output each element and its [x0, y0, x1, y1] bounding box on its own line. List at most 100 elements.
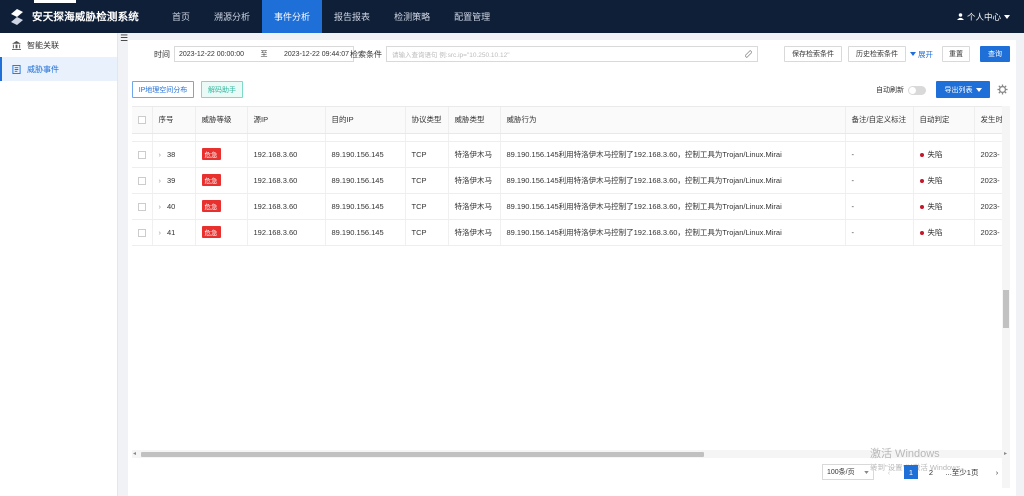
src-ip-cell: 192.168.3.60: [247, 193, 326, 220]
nav-config[interactable]: 配置管理: [442, 0, 502, 33]
row-checkbox[interactable]: [138, 176, 146, 185]
logo-underline: [34, 0, 76, 3]
nav-trace-analysis[interactable]: 溯源分析: [202, 0, 262, 33]
scroll-right-icon[interactable]: ▸: [1004, 450, 1007, 457]
logo[interactable]: 安天探海威胁检测系统: [0, 8, 160, 26]
export-list-button[interactable]: 导出列表: [936, 81, 990, 98]
main-content: 时间 2023-12-22 00:00:00 至 2023-12-22 09:4…: [128, 40, 1016, 496]
dst-ip-cell: 89.190.156.145: [325, 167, 406, 194]
page-more-label: ...至少1页: [945, 467, 979, 477]
export-label: 导出列表: [944, 86, 973, 94]
save-query-button[interactable]: 保存检索条件: [784, 46, 842, 62]
auto-refresh-toggle[interactable]: [908, 85, 926, 95]
vertical-scrollbar[interactable]: [1002, 106, 1010, 488]
watermark-line1: 激活 Windows: [870, 448, 940, 460]
protocol-cell: TCP: [405, 167, 449, 194]
sidebar-item-threat-events[interactable]: 威胁事件: [0, 57, 117, 81]
col-header-threat-type[interactable]: 威胁类型: [448, 107, 501, 134]
col-header-behavior[interactable]: 威胁行为: [500, 107, 846, 134]
events-table-wrap: 序号 威胁等级 源IP 目的IP 协议类型 威胁类型 威胁行为 备注/自定义标注…: [132, 106, 1008, 456]
level-badge: 危急: [201, 200, 221, 212]
col-header-judge[interactable]: 自动判定: [913, 107, 975, 134]
sidebar-item-label: 智能关联: [27, 40, 59, 50]
status-dot: [919, 152, 924, 157]
table-row[interactable]: › 38 危急 192.168.3.60 89.190.156.145 TCP 特…: [132, 141, 1008, 168]
judge-label: 失陷: [927, 201, 943, 211]
row-no: 39: [167, 175, 176, 185]
row-checkbox[interactable]: [138, 228, 146, 237]
protocol-cell: TCP: [405, 219, 449, 246]
decode-helper-button[interactable]: 解码助手: [201, 81, 243, 98]
time-label: 时间: [154, 50, 170, 59]
gear-icon[interactable]: [997, 84, 1008, 95]
start-date[interactable]: 2023-12-22 00:00:00: [179, 51, 244, 58]
col-header-note[interactable]: 备注/自定义标注: [845, 107, 914, 134]
status-dot: [919, 230, 924, 235]
protocol-cell: TCP: [405, 141, 449, 168]
sidebar: 智能关联 威胁事件: [0, 33, 118, 496]
query-input[interactable]: 请输入查询语句 例:src.ip="10.250.10.12": [386, 46, 758, 62]
note-cell: -: [845, 219, 914, 246]
threat-type-cell: 特洛伊木马: [448, 219, 501, 246]
behavior-cell: 89.190.156.145利用特洛伊木马控制了192.168.3.60，控制工…: [500, 167, 846, 194]
auto-refresh: 自动刷新: [876, 85, 926, 95]
prev-page-icon[interactable]: ‹: [882, 465, 896, 479]
scroll-left-icon[interactable]: ◂: [133, 450, 136, 457]
expand-row-icon[interactable]: ›: [159, 176, 162, 185]
expand-row-icon[interactable]: ›: [159, 202, 162, 211]
table-row[interactable]: › 39 危急 192.168.3.60 89.190.156.145 TCP 特…: [132, 167, 1008, 194]
judge-label: 失陷: [927, 149, 943, 159]
user-menu[interactable]: 个人中心: [956, 0, 1010, 33]
sidebar-item-smart-correlation[interactable]: 智能关联: [0, 33, 117, 57]
nav-event-analysis[interactable]: 事件分析: [262, 0, 323, 33]
expand-row-icon[interactable]: ›: [159, 150, 162, 159]
table-row[interactable]: › 40 危急 192.168.3.60 89.190.156.145 TCP 特…: [132, 193, 1008, 220]
protocol-cell: TCP: [405, 193, 449, 220]
expand-row-icon[interactable]: ›: [159, 228, 162, 237]
next-page-icon[interactable]: ›: [990, 465, 1004, 479]
top-bar: 安天探海威胁检测系统 首页 溯源分析 事件分析 报告报表 检测策略 配置管理 个…: [0, 0, 1024, 33]
page-2-button[interactable]: 2: [924, 465, 938, 479]
dst-ip-cell: 89.190.156.145: [325, 193, 406, 220]
reset-button[interactable]: 重置: [942, 46, 970, 62]
nav-reports[interactable]: 报告报表: [322, 0, 382, 33]
row-no: 40: [167, 201, 176, 211]
table-row[interactable]: › 41 危急 192.168.3.60 89.190.156.145 TCP 特…: [132, 219, 1008, 246]
search-button[interactable]: 查询: [980, 46, 1010, 62]
building-icon: [12, 40, 21, 50]
menu-collapse-icon[interactable]: ☰: [120, 34, 128, 43]
magic-wand-icon[interactable]: [745, 50, 752, 58]
ip-geo-distribution-button[interactable]: IP地理空间分布: [132, 81, 194, 98]
expand-link[interactable]: 展开: [910, 46, 933, 62]
sidebar-item-label: 威胁事件: [27, 64, 59, 74]
level-badge: 危急: [201, 226, 221, 238]
chevron-down-icon: [864, 470, 869, 474]
judge-label: 失陷: [927, 227, 943, 237]
row-checkbox[interactable]: [138, 202, 146, 211]
col-header-dst-ip[interactable]: 目的IP: [325, 107, 406, 134]
col-header-src-ip[interactable]: 源IP: [247, 107, 326, 134]
col-header-level[interactable]: 威胁等级: [195, 107, 248, 134]
level-badge: 危急: [201, 148, 221, 160]
page-size-select[interactable]: 100条/页: [822, 464, 874, 480]
nav-home[interactable]: 首页: [160, 0, 202, 33]
date-separator: 至: [260, 51, 268, 58]
vertical-scroll-thumb[interactable]: [1003, 290, 1009, 328]
query-label: 检索条件: [350, 50, 382, 59]
end-date[interactable]: 2023-12-22 09:44:07: [284, 51, 349, 58]
col-header-no[interactable]: 序号: [152, 107, 196, 134]
history-query-button[interactable]: 历史检索条件: [848, 46, 906, 62]
judge-cell: 失陷: [913, 167, 975, 194]
src-ip-cell: 192.168.3.60: [247, 167, 326, 194]
threat-type-cell: 特洛伊木马: [448, 193, 501, 220]
page-1-button[interactable]: 1: [904, 465, 918, 479]
row-checkbox[interactable]: [138, 150, 146, 159]
nav-detection-policy[interactable]: 检测策略: [382, 0, 442, 33]
select-all-checkbox[interactable]: [138, 116, 146, 125]
document-icon: [12, 64, 21, 74]
chevron-down-icon: [1004, 14, 1010, 19]
horizontal-scroll-thumb[interactable]: [141, 452, 704, 457]
chevron-down-icon: [975, 87, 982, 92]
date-range-picker[interactable]: 2023-12-22 00:00:00 至 2023-12-22 09:44:0…: [174, 46, 354, 62]
col-header-protocol[interactable]: 协议类型: [405, 107, 449, 134]
